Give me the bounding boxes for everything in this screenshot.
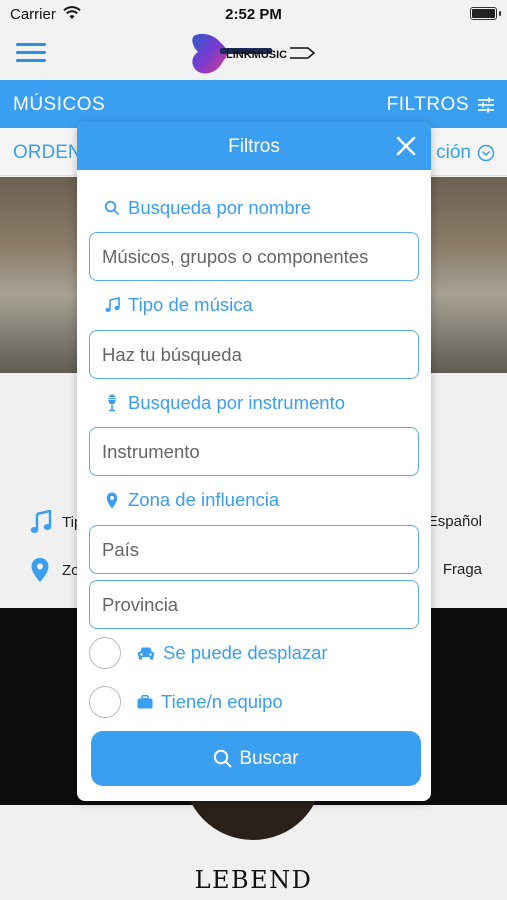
card-row1-value: Español	[427, 513, 482, 530]
search-icon	[214, 749, 233, 768]
car-icon	[137, 646, 155, 660]
instrument-label: Busqueda por instrumento	[104, 392, 345, 414]
travel-option-text: Se puede desplazar	[163, 642, 328, 663]
card-row2-value: Fraga	[442, 561, 482, 578]
microphone-icon	[104, 394, 120, 412]
clock: 2:52 PM	[225, 6, 282, 23]
name-search-input[interactable]	[89, 232, 419, 281]
filter-sliders-icon	[478, 97, 494, 113]
modal-title: Filtros	[228, 136, 280, 157]
music-type-label: Tipo de música	[104, 294, 253, 316]
search-icon	[104, 199, 120, 217]
modal-header: Filtros	[77, 122, 431, 170]
music-note-icon	[104, 296, 120, 314]
card-row-music-type: Tip	[30, 510, 82, 534]
search-button[interactable]: Buscar	[91, 731, 421, 786]
briefcase-icon	[137, 695, 153, 709]
music-note-icon	[30, 510, 52, 533]
travel-checkbox[interactable]	[89, 637, 121, 669]
filters-label: FILTROS	[386, 94, 469, 115]
filters-modal: Filtros Busqueda por nombre Tipo de músi…	[77, 122, 431, 801]
instrument-label-text: Busqueda por instrumento	[128, 392, 345, 413]
search-button-label: Buscar	[239, 747, 299, 769]
app-logo: LINKMUSIC	[192, 33, 316, 74]
section-header: MÚSICOS FILTROS	[0, 80, 507, 128]
instrument-input[interactable]	[89, 427, 419, 476]
country-input[interactable]	[89, 525, 419, 574]
zone-label: Zona de influencia	[104, 489, 279, 511]
chevron-down-circle-icon	[477, 144, 495, 162]
nav-bar: LINKMUSIC	[0, 28, 507, 80]
section-title: MÚSICOS	[13, 94, 106, 115]
sort-value: ción	[436, 142, 471, 163]
music-type-label-text: Tipo de música	[128, 294, 253, 315]
band-name: LEBEND	[194, 866, 313, 894]
name-search-label-text: Busqueda por nombre	[128, 197, 312, 218]
equipment-option[interactable]: Tiene/n equipo	[89, 686, 283, 718]
sort-selector[interactable]: ción	[436, 142, 495, 164]
equipment-checkbox[interactable]	[89, 686, 121, 718]
battery-icon	[470, 7, 501, 20]
status-bar: Carrier 2:52 PM	[0, 0, 507, 28]
music-type-input[interactable]	[89, 330, 419, 379]
close-icon[interactable]	[395, 135, 417, 157]
travel-option[interactable]: Se puede desplazar	[89, 637, 328, 669]
location-pin-icon	[31, 558, 49, 582]
menu-icon[interactable]	[16, 43, 46, 63]
location-pin-icon	[104, 491, 120, 509]
province-input[interactable]	[89, 580, 419, 629]
zone-label-text: Zona de influencia	[128, 489, 280, 510]
name-search-label: Busqueda por nombre	[104, 197, 311, 219]
card-row-zone: Zo	[30, 557, 80, 583]
sort-label[interactable]: ORDEN	[13, 142, 82, 164]
equipment-option-label: Tiene/n equipo	[137, 691, 283, 713]
travel-option-label: Se puede desplazar	[137, 642, 328, 664]
filters-button[interactable]: FILTROS	[387, 92, 495, 118]
svg-text:LINKMUSIC: LINKMUSIC	[226, 49, 287, 61]
equipment-option-text: Tiene/n equipo	[161, 691, 283, 712]
